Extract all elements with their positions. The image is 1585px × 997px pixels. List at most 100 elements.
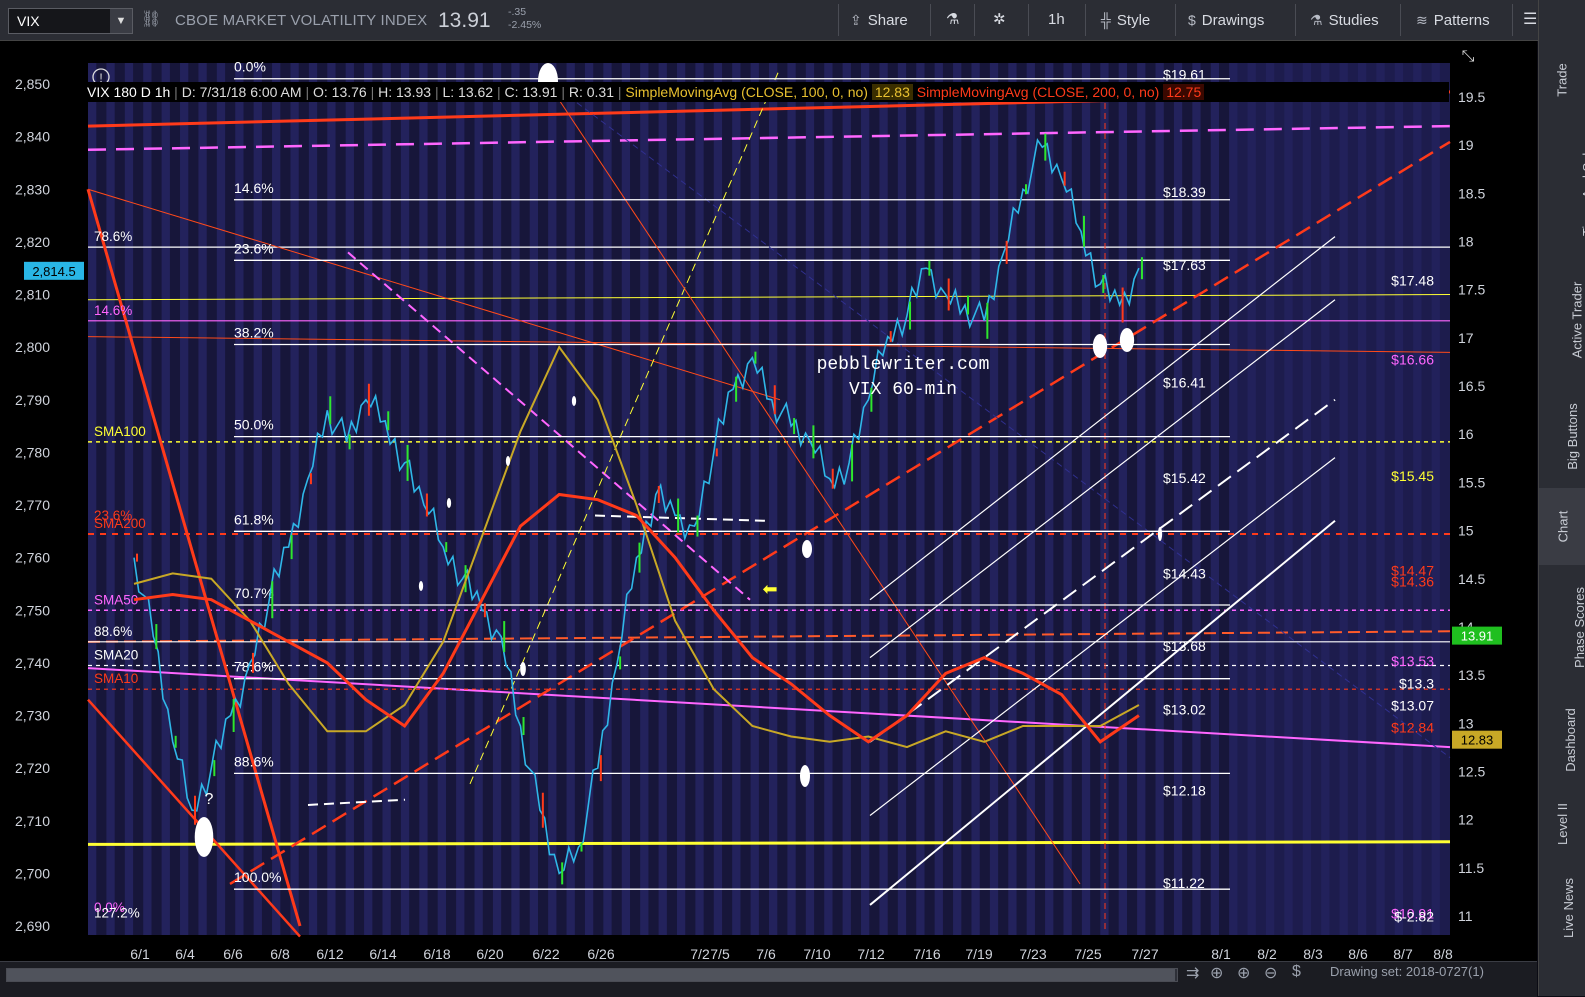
sidebar-tab-times-and-sales[interactable]: Times And Sales <box>1539 120 1585 255</box>
marker-oval <box>446 498 452 508</box>
x-tick-label: 6/12 <box>316 946 343 961</box>
fib-label-right: $16.41 <box>1163 375 1206 391</box>
zoom-in-icon[interactable]: ⊕ <box>1237 963 1250 983</box>
x-tick-label: 7/25 <box>1074 946 1101 961</box>
sidebar-tab-label: Active Trader <box>1569 281 1585 359</box>
fib-label-left: 100.0% <box>234 869 281 885</box>
sidebar-tab-dashboard[interactable]: Dashboard <box>1539 690 1585 790</box>
sidebar-tab-phase-scores[interactable]: Phase Scores <box>1539 565 1585 690</box>
session-stripe <box>934 63 943 935</box>
timeframe-button[interactable]: 1h <box>1048 0 1065 40</box>
info-period: VIX 180 D 1h <box>87 84 171 100</box>
right-level-label: $13.53 <box>1391 653 1434 669</box>
symbol-selector[interactable]: VIX ▼ <box>8 8 133 34</box>
chart-area[interactable]: 2,850 2,840 2,830 2,820 2,810 2,800 2,790 2,780… <box>0 41 1537 961</box>
fib-label-right: $11.22 <box>1163 875 1205 891</box>
x-tick-label: 6/4 <box>175 946 195 961</box>
session-stripe <box>456 63 465 935</box>
session-stripe <box>713 63 723 935</box>
scroll-track[interactable] <box>6 968 1178 982</box>
session-stripe <box>1137 63 1146 935</box>
left-tick-label: 2,730 <box>15 708 50 724</box>
sidebar-tab-level-ii[interactable]: Level II <box>1539 790 1585 858</box>
dollar-icon[interactable]: $ <box>1292 963 1301 981</box>
session-stripe <box>382 63 391 935</box>
sma-current-label: 12.83 <box>1461 733 1494 748</box>
right-level-label: $14.36 <box>1391 573 1434 589</box>
scroll-right-icon[interactable]: ⇉ <box>1186 963 1199 983</box>
marker-oval <box>1092 334 1108 358</box>
scroll-thumb[interactable] <box>7 969 1175 981</box>
menu-icon[interactable]: ☰ <box>1523 0 1537 40</box>
x-tick-label: 6/1 <box>130 946 150 961</box>
info-high: H: 13.93 <box>378 84 432 100</box>
patterns-button[interactable]: ≋ Patterns <box>1416 0 1490 40</box>
session-stripe <box>769 63 778 935</box>
vix-chart[interactable]: 2,850 2,840 2,830 2,820 2,810 2,800 2,790 2,780… <box>0 41 1537 961</box>
share-button[interactable]: ⇪ Share <box>850 0 908 40</box>
watermark-line1: pebblewriter.com <box>817 355 990 375</box>
session-stripe <box>1045 63 1054 935</box>
style-button[interactable]: ╬ Style <box>1101 0 1150 40</box>
session-stripe <box>124 63 134 935</box>
x-tick-label: 7/5 <box>710 946 730 961</box>
right-level-label: $15.45 <box>1391 468 1434 484</box>
crosshair-icon[interactable]: ⊕ <box>1210 963 1223 983</box>
marker-oval <box>505 456 511 466</box>
sma100-label: SimpleMovingAvg (CLOSE, 100, 0, no) <box>625 84 868 100</box>
link-icon[interactable]: ⛓ <box>141 0 161 40</box>
session-stripe <box>621 63 631 935</box>
drawings-button[interactable]: $ Drawings <box>1188 0 1264 40</box>
right-tick-label: 17 <box>1458 330 1474 346</box>
session-stripe <box>161 63 170 935</box>
right-tick-label: 15 <box>1458 523 1474 539</box>
x-tick-label: 6/6 <box>223 946 243 961</box>
x-tick-label: 8/6 <box>1348 946 1368 961</box>
right-tick-label: 16 <box>1458 426 1474 442</box>
fib-label-right: $19.61 <box>1163 66 1206 82</box>
fib-label-right: $14.43 <box>1163 566 1206 582</box>
sidebar-tab-big-buttons[interactable]: Big Buttons <box>1539 385 1585 488</box>
x-tick-label: 7/27 <box>1131 946 1158 961</box>
sidebar-tab-live-news[interactable]: Live News <box>1539 858 1585 958</box>
zoom-out-icon[interactable]: ⊖ <box>1264 963 1277 983</box>
right-level-label: $13.07 <box>1391 698 1434 714</box>
right-tick-label: 13 <box>1458 715 1474 731</box>
right-tick-label: 11.5 <box>1458 860 1484 876</box>
session-stripe <box>603 63 612 935</box>
session-stripe <box>971 63 980 935</box>
flask-icon[interactable]: ⚗ <box>946 0 959 40</box>
studies-button[interactable]: ⚗ Studies <box>1310 0 1379 40</box>
x-tick-label: 7/19 <box>965 946 992 961</box>
marker-oval <box>800 765 810 787</box>
left-level-label: SMA100 <box>94 424 146 439</box>
expand-icon: ⤡ <box>1462 48 1475 65</box>
left-tick-label: 2,790 <box>15 392 50 408</box>
marker-oval <box>802 540 812 558</box>
sidebar-tab-chart[interactable]: Chart <box>1539 488 1585 565</box>
info-range: R: 0.31 <box>568 84 614 100</box>
left-tick-label: 2,770 <box>15 497 50 513</box>
sidebar-tab-trade[interactable]: Trade <box>1539 40 1585 120</box>
last-price: 13.91 <box>438 9 491 32</box>
left-tick-label: 2,820 <box>15 234 50 250</box>
chevron-down-icon[interactable]: ▼ <box>110 9 132 33</box>
session-stripe <box>1210 63 1220 935</box>
session-stripe <box>106 63 115 935</box>
time-scrollbar[interactable]: ⇉ ⊕ ⊕ ⊖ $ Drawing set: 2018-0727(1) <box>0 961 1537 997</box>
right-level-label: $13.3 <box>1399 675 1434 691</box>
session-stripe <box>824 63 833 935</box>
session-stripe <box>879 63 888 935</box>
x-tick-label: 6/14 <box>369 946 396 961</box>
flask-icon: ⚗ <box>1310 12 1323 28</box>
session-stripe <box>1118 63 1127 935</box>
sidebar-tab-active-trader[interactable]: Active Trader <box>1539 255 1585 385</box>
info-date: D: 7/31/18 6:00 AM <box>181 84 302 100</box>
share-icon: ⇪ <box>850 12 862 28</box>
session-stripe <box>732 63 741 935</box>
marker-oval <box>194 817 214 857</box>
symbol-text[interactable]: VIX <box>17 13 40 29</box>
gear-icon[interactable]: ✲ <box>993 0 1006 40</box>
left-tick-label: 2,810 <box>15 287 50 303</box>
future-region <box>1230 63 1450 935</box>
